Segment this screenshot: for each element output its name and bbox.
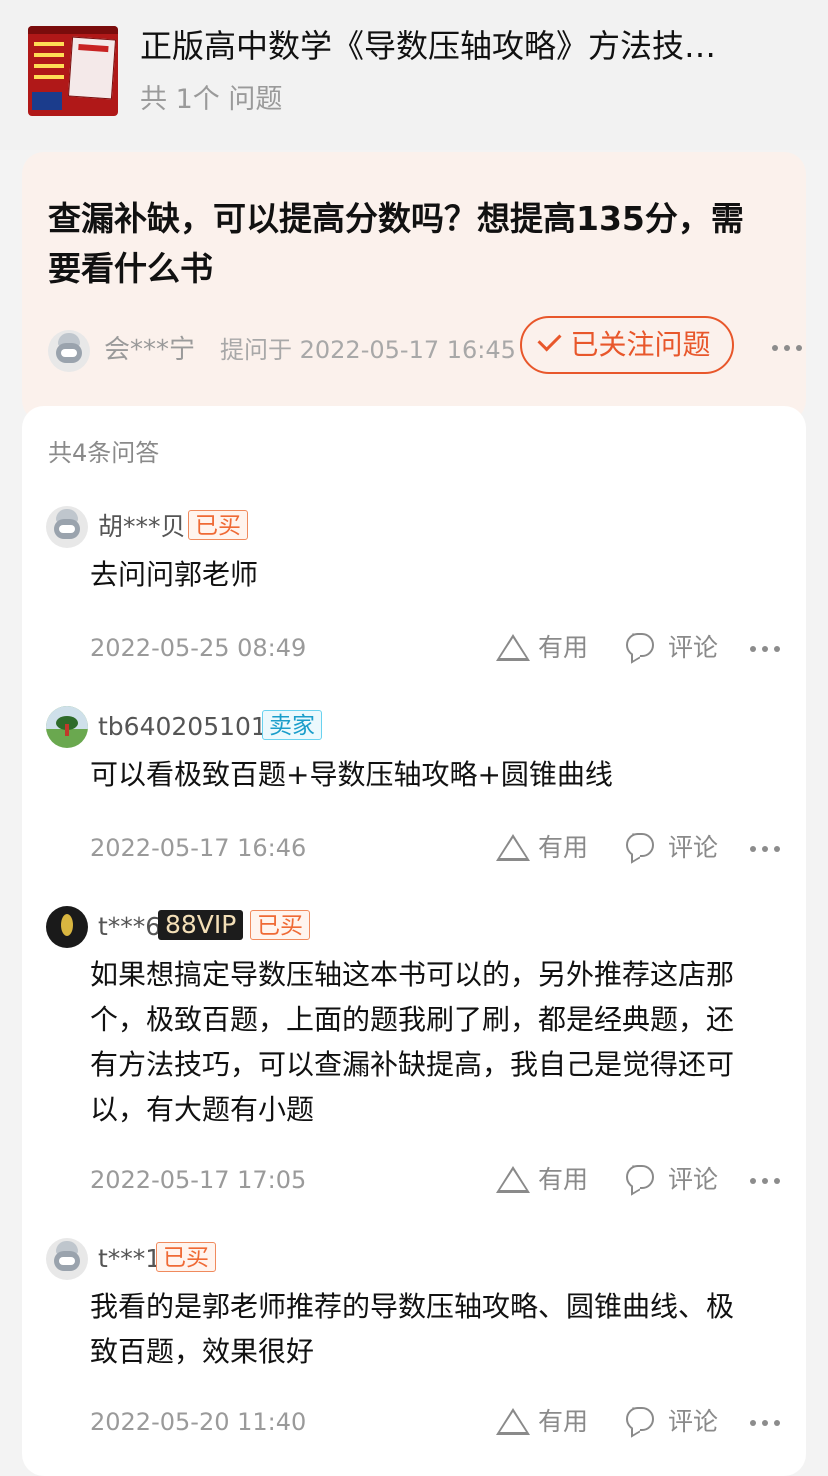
question-meta: 会***宁 提问于 2022-05-17 16:45 已关注问题 bbox=[48, 316, 802, 378]
answer-user: 胡***贝 bbox=[98, 512, 186, 541]
product-header[interactable]: 正版高中数学《导数压轴攻略》方法技… 共 1个 问题 bbox=[0, 0, 828, 150]
answer-user: t***6 bbox=[98, 912, 162, 941]
answer-footer: 2022-05-17 17:05 有用 评论 bbox=[22, 1160, 806, 1202]
more-icon[interactable] bbox=[750, 1176, 784, 1186]
answers-panel: 共4条问答 胡***贝 已买 去问问郭老师 2022-05-25 08:49 有… bbox=[22, 406, 806, 1476]
useful-icon bbox=[496, 634, 530, 661]
answer-date: 2022-05-20 11:40 bbox=[90, 1408, 307, 1436]
follow-label: 已关注问题 bbox=[570, 328, 711, 361]
bought-badge: 已买 bbox=[156, 1242, 216, 1272]
product-title[interactable]: 正版高中数学《导数压轴攻略》方法技… bbox=[140, 24, 780, 68]
more-icon[interactable] bbox=[750, 644, 784, 654]
avatar bbox=[46, 706, 88, 748]
avatar bbox=[46, 906, 88, 948]
answer-text: 如果想搞定导数压轴这本书可以的，另外推荐这店那个，极致百题，上面的题我刷了刷，都… bbox=[90, 958, 735, 1126]
avatar bbox=[48, 330, 90, 372]
answer-footer: 2022-05-20 11:40 有用 评论 bbox=[22, 1402, 806, 1444]
asker-name: 会***宁 bbox=[104, 335, 196, 365]
avatar bbox=[46, 506, 88, 548]
answers-count: 共4条问答 bbox=[48, 439, 160, 467]
more-icon[interactable] bbox=[750, 844, 784, 854]
question-count: 共 1个 问题 bbox=[140, 84, 283, 115]
bought-badge: 已买 bbox=[188, 510, 248, 540]
answer-date: 2022-05-17 16:46 bbox=[90, 834, 307, 862]
question-title: 查漏补缺，可以提高分数吗？想提高135分，需要看什么书 bbox=[48, 199, 744, 288]
bought-badge: 已买 bbox=[250, 910, 310, 940]
answer-text: 我看的是郭老师推荐的导数压轴攻略、圆锥曲线、极致百题，效果很好 bbox=[90, 1290, 735, 1368]
comment-icon bbox=[626, 1160, 654, 1189]
answer-date: 2022-05-17 17:05 bbox=[90, 1166, 307, 1194]
more-icon[interactable] bbox=[772, 343, 806, 353]
product-thumbnail[interactable] bbox=[28, 26, 118, 116]
answer-footer: 2022-05-25 08:49 有用 评论 bbox=[22, 628, 806, 670]
answer-text: 可以看极致百题+导数压轴攻略+圆锥曲线 bbox=[90, 758, 613, 791]
check-icon bbox=[537, 327, 563, 352]
useful-icon bbox=[496, 1166, 530, 1193]
question-card: 查漏补缺，可以提高分数吗？想提高135分，需要看什么书 会***宁 提问于 20… bbox=[22, 152, 806, 422]
answer-user: tb640205101 bbox=[98, 712, 267, 741]
answer-date: 2022-05-25 08:49 bbox=[90, 634, 307, 662]
comment-icon bbox=[626, 828, 654, 857]
seller-badge: 卖家 bbox=[262, 710, 322, 740]
asked-time: 提问于 2022-05-17 16:45 bbox=[220, 336, 516, 364]
avatar bbox=[46, 1238, 88, 1280]
comment-icon bbox=[626, 628, 654, 657]
useful-icon bbox=[496, 834, 530, 861]
answer-text: 去问问郭老师 bbox=[90, 558, 259, 591]
useful-icon bbox=[496, 1408, 530, 1435]
vip-badge: 88VIP bbox=[158, 910, 244, 940]
comment-icon bbox=[626, 1402, 654, 1431]
answer-user: t***1 bbox=[98, 1244, 162, 1273]
follow-question-button[interactable]: 已关注问题 bbox=[520, 316, 734, 374]
more-icon[interactable] bbox=[750, 1418, 784, 1428]
answer-footer: 2022-05-17 16:46 有用 评论 bbox=[22, 828, 806, 870]
